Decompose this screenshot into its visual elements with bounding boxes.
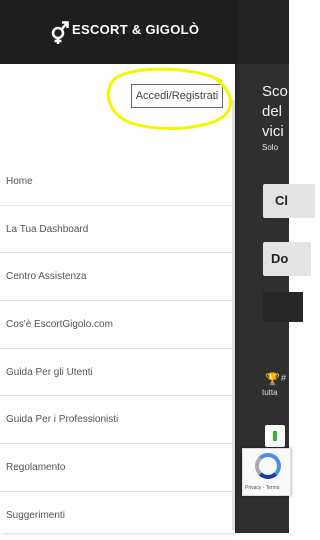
side-drawer: ESCORT & GIGOLÒ Accedi/Registrati Home L… — [0, 0, 235, 533]
hero-line: del — [262, 103, 283, 120]
hero-button-2[interactable]: Do — [263, 242, 311, 276]
nav-item-assistance[interactable]: Centro Assistenza — [0, 253, 232, 302]
nav-item-about[interactable]: Cos'è EscortGigolo.com — [0, 301, 232, 349]
hero-button-1[interactable]: Cl — [263, 184, 315, 218]
top-bar — [235, 0, 289, 64]
drawer-header: ESCORT & GIGOLÒ — [0, 0, 235, 64]
nav-item-user-guide[interactable]: Guida Per gli Utenti — [0, 349, 232, 397]
hero-button-3[interactable] — [263, 292, 303, 322]
recaptcha-icon — [255, 453, 281, 479]
side-nav: Home La Tua Dashboard Centro Assistenza … — [0, 158, 232, 540]
gender-logo-icon — [51, 21, 69, 44]
hero-line: vici — [262, 123, 284, 140]
scrollbar[interactable] — [232, 100, 235, 530]
highlight-annotation — [107, 67, 232, 130]
hero-subtitle: Solo — [262, 143, 279, 152]
trophy-icon: 🏆 — [265, 372, 280, 386]
recaptcha-links[interactable]: Privacy - Terms — [245, 485, 279, 491]
arrow-up-icon[interactable] — [265, 425, 285, 447]
nav-item-suggestions[interactable]: Suggerimenti — [0, 492, 232, 540]
trophy-subtext: tutta — [262, 388, 278, 397]
nav-item-pro-guide[interactable]: Guida Per i Professionisti — [0, 396, 232, 445]
nav-item-home[interactable]: Home — [0, 158, 232, 206]
hero-text: Sco del vici Solo — [262, 82, 302, 153]
trophy-text: # — [281, 373, 287, 383]
recaptcha-badge[interactable]: Privacy - Terms — [242, 448, 291, 496]
hero-line: Sco — [262, 83, 288, 100]
brand-name[interactable]: ESCORT & GIGOLÒ — [72, 22, 199, 37]
nav-item-dashboard[interactable]: La Tua Dashboard — [0, 206, 232, 254]
nav-item-rules[interactable]: Regolamento — [0, 444, 232, 492]
